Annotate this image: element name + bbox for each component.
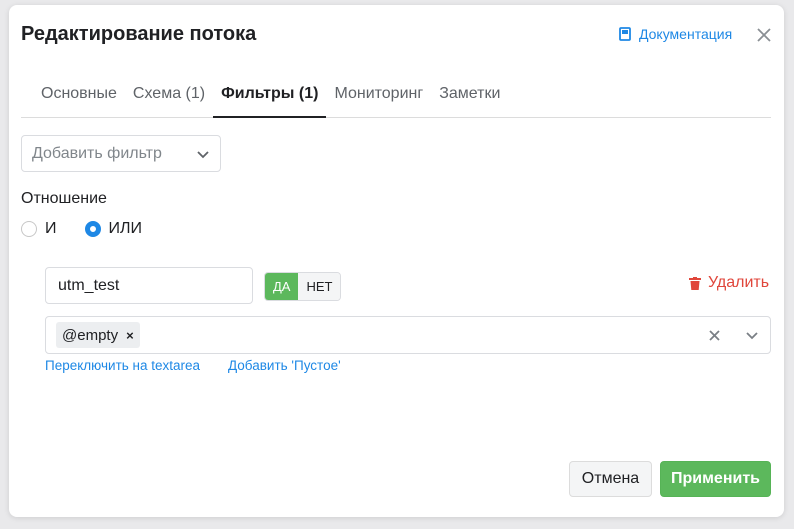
cancel-button[interactable]: Отмена xyxy=(569,461,652,497)
yes-no-toggle: ДА НЕТ xyxy=(264,272,342,301)
filter-values-select[interactable]: @empty × xyxy=(45,316,771,354)
tab-general[interactable]: Основные xyxy=(21,77,125,118)
documentation-link-label: Документация xyxy=(639,26,733,42)
close-icon xyxy=(757,28,771,42)
radio-or-label: ИЛИ xyxy=(108,220,143,237)
radio-and-label: И xyxy=(45,220,57,237)
toggle-no-button[interactable]: НЕТ xyxy=(298,273,341,300)
clear-icon xyxy=(708,329,720,341)
apply-button[interactable]: Применить xyxy=(660,461,771,497)
radio-or[interactable]: ИЛИ xyxy=(84,220,143,238)
add-empty-link[interactable]: Добавить 'Пустое' xyxy=(228,358,341,373)
chevron-down-icon xyxy=(746,332,758,340)
chevron-down-icon xyxy=(197,150,209,158)
radio-and[interactable]: И xyxy=(21,220,57,238)
add-filter-dropdown[interactable]: Добавить фильтр xyxy=(21,135,221,172)
tab-notes[interactable]: Заметки xyxy=(431,77,508,118)
add-filter-placeholder: Добавить фильтр xyxy=(32,144,162,162)
value-tag: @empty × xyxy=(56,322,140,348)
edit-flow-dialog: Редактирование потока Документация Основ… xyxy=(9,5,784,517)
documentation-link[interactable]: Документация xyxy=(619,25,732,43)
value-tag-label: @empty xyxy=(62,326,119,344)
relation-radio-group: И ИЛИ xyxy=(21,220,170,238)
switch-to-textarea-link[interactable]: Переключить на textarea xyxy=(45,358,200,373)
tag-remove-icon[interactable]: × xyxy=(126,328,134,343)
close-button[interactable] xyxy=(755,26,773,44)
delete-filter-button[interactable]: Удалить xyxy=(689,274,769,292)
radio-or-circle[interactable] xyxy=(84,221,101,237)
trash-icon xyxy=(689,276,701,290)
clear-selection-button[interactable] xyxy=(706,327,722,343)
values-dropdown-toggle[interactable] xyxy=(744,327,760,343)
tab-filters[interactable]: Фильтры (1) xyxy=(213,77,327,118)
relation-label: Отношение xyxy=(21,190,107,207)
tab-schema[interactable]: Схема (1) xyxy=(125,77,213,118)
radio-and-circle[interactable] xyxy=(21,221,37,237)
delete-filter-label: Удалить xyxy=(708,274,770,291)
tab-bar: Основные Схема (1) Фильтры (1) Мониторин… xyxy=(21,77,771,118)
book-icon xyxy=(619,27,631,41)
dialog-title: Редактирование потока xyxy=(21,23,257,45)
filter-name-input[interactable] xyxy=(45,267,253,304)
toggle-yes-button[interactable]: ДА xyxy=(265,273,299,300)
tab-monitoring[interactable]: Мониторинг xyxy=(326,77,431,118)
